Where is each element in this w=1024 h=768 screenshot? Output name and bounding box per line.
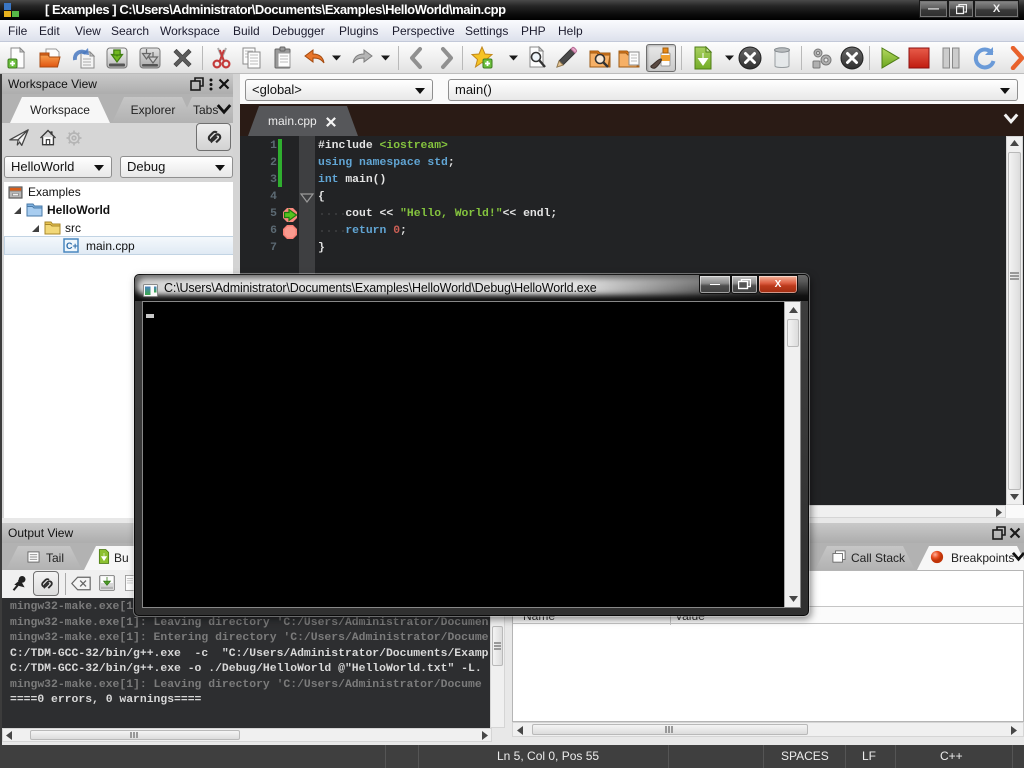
svg-text:C+: C+: [66, 241, 78, 251]
